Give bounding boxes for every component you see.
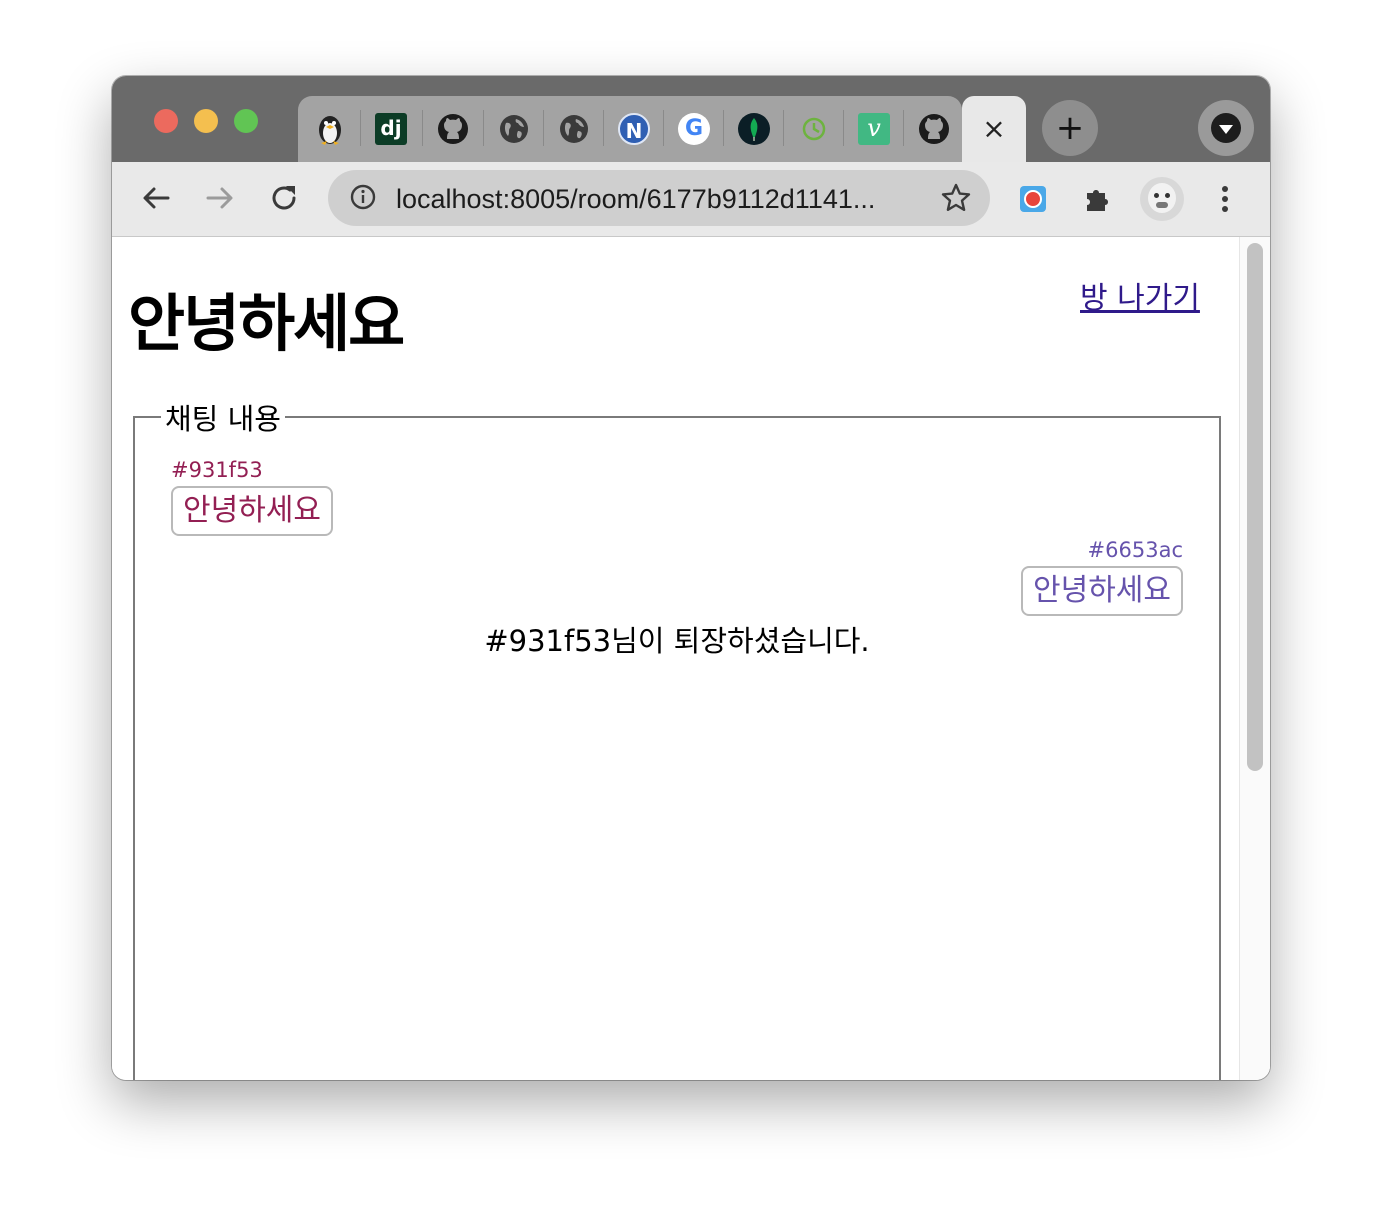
google-icon: G <box>678 113 710 145</box>
tab-penguin[interactable] <box>300 96 360 162</box>
url-text[interactable]: localhost:8005/room/6177b9112d1141... <box>396 184 875 215</box>
reload-button[interactable] <box>264 178 304 218</box>
browser-window: dj N G v × + localhost:8005/room/6177b91… <box>112 76 1270 1080</box>
title-bar: dj N G v × + <box>112 76 1270 162</box>
system-message: #931f53님이 퇴장하셨습니다. <box>484 624 870 658</box>
address-bar[interactable]: localhost:8005/room/6177b9112d1141... <box>328 170 990 226</box>
message-bubble: 안녕하세요 <box>1021 566 1183 616</box>
new-tab-button[interactable]: + <box>1042 100 1098 156</box>
mongodb-icon <box>738 113 770 145</box>
tab-spring[interactable] <box>784 96 844 162</box>
chevron-down-icon <box>1211 113 1241 143</box>
vue-icon-label: v <box>867 114 881 142</box>
vue-icon: v <box>858 113 890 145</box>
chat-fieldset: 채팅 내용 #931f53 안녕하세요 #6653ac 안녕하세요 #931f5… <box>133 396 1221 1080</box>
minimize-window-button[interactable] <box>194 109 218 133</box>
puzzle-icon <box>1087 190 1108 211</box>
tab-vue[interactable]: v <box>844 96 904 162</box>
github-icon <box>919 114 949 144</box>
tab-globe-1[interactable] <box>484 96 544 162</box>
forward-arrow-icon <box>206 187 233 209</box>
chat-legend: 채팅 내용 <box>161 396 285 438</box>
page-content: 안녕하세요 방 나가기 채팅 내용 #931f53 안녕하세요 #6653ac … <box>112 237 1270 1080</box>
avatar <box>1140 177 1184 221</box>
more-vert-icon <box>1222 186 1228 212</box>
django-icon: dj <box>375 113 407 145</box>
page-scrollbar[interactable] <box>1239 237 1270 1080</box>
django-icon-label: dj <box>380 116 402 140</box>
browser-toolbar: localhost:8005/room/6177b9112d1141... <box>112 162 1270 237</box>
tab-github[interactable] <box>423 96 483 162</box>
chat-message: #6653ac 안녕하세요 <box>1021 538 1183 616</box>
menu-button[interactable] <box>1206 180 1244 218</box>
globe-icon <box>560 115 588 143</box>
message-bubble: 안녕하세요 <box>171 486 333 536</box>
message-sender: #6653ac <box>1087 538 1183 562</box>
tab-mongodb[interactable] <box>724 96 784 162</box>
close-window-button[interactable] <box>154 109 178 133</box>
reload-icon <box>272 186 296 210</box>
tab-search-button[interactable] <box>1198 100 1254 156</box>
message-sender: #931f53 <box>171 458 263 482</box>
bookmark-star-icon[interactable] <box>940 182 972 214</box>
page-title: 안녕하세요 <box>128 287 405 360</box>
google-icon-label: G <box>684 116 704 141</box>
naver-icon: N <box>618 113 650 145</box>
leaf-clock-icon <box>802 117 826 141</box>
tab-strip: dj N G v <box>298 96 962 162</box>
forward-button[interactable] <box>200 178 240 218</box>
tab-google[interactable]: G <box>664 96 724 162</box>
back-button[interactable] <box>136 178 176 218</box>
tab-github-2[interactable] <box>904 96 964 162</box>
record-icon <box>1020 186 1046 212</box>
naver-icon-label: N <box>625 119 643 143</box>
leave-room-link[interactable]: 방 나가기 <box>1080 273 1200 317</box>
active-tab[interactable]: × <box>962 96 1026 162</box>
info-icon[interactable] <box>350 184 376 210</box>
scrollbar-thumb[interactable] <box>1247 243 1263 771</box>
chat-message: #931f53 안녕하세요 <box>171 458 333 536</box>
tab-django[interactable]: dj <box>361 96 421 162</box>
penguin-icon <box>319 116 341 145</box>
profile-button[interactable] <box>1140 177 1184 221</box>
maximize-window-button[interactable] <box>234 109 258 133</box>
tab-globe-2[interactable] <box>544 96 604 162</box>
close-tab-icon[interactable]: × <box>982 115 1005 143</box>
extension-record-button[interactable] <box>1014 180 1052 218</box>
github-icon <box>438 114 468 144</box>
extensions-button[interactable] <box>1078 180 1116 218</box>
tab-naver[interactable]: N <box>604 96 664 162</box>
globe-icon <box>500 115 528 143</box>
back-arrow-icon <box>143 187 170 209</box>
